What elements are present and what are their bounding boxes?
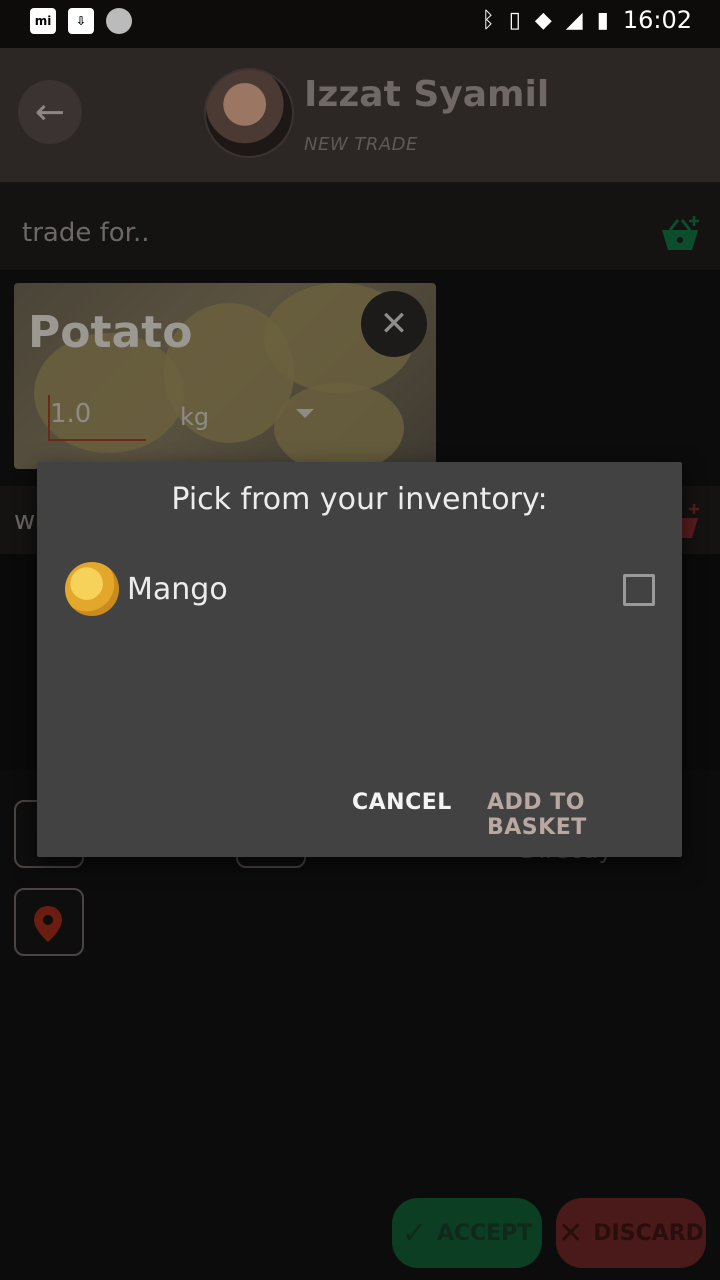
mango-image: [65, 562, 119, 616]
app-header: ← Izzat Syamil NEW TRADE: [0, 48, 720, 182]
status-left-icons: mi ⇩: [30, 8, 132, 34]
dialog-title: Pick from your inventory:: [171, 482, 548, 517]
vibrate-icon: ▯: [508, 7, 521, 33]
status-time: 16:02: [622, 6, 692, 34]
chevron-down-icon[interactable]: [296, 409, 314, 418]
page-subtitle: NEW TRADE: [304, 134, 418, 155]
accept-button[interactable]: ✓ ACCEPT: [392, 1198, 542, 1268]
add-to-basket-button[interactable]: ADD TO BASKET: [487, 790, 682, 840]
trade-item-card: Potato ✕ 1.0 kg: [14, 283, 436, 469]
trader-name: Izzat Syamil: [304, 74, 550, 115]
accept-label: ACCEPT: [436, 1220, 533, 1246]
trade-for-label: trade for..: [22, 218, 150, 248]
discard-button[interactable]: ✕ DISCARD: [556, 1198, 706, 1268]
close-icon[interactable]: ✕: [361, 291, 427, 357]
back-arrow-icon[interactable]: ←: [18, 80, 82, 144]
status-right-icons: ᛒ ▯ ◆ ◢ ▮ 16:02: [482, 6, 692, 34]
battery-icon: ▮: [596, 7, 609, 33]
list-item[interactable]: Mango: [65, 562, 655, 620]
add-basket-icon[interactable]: [658, 214, 702, 254]
location-pin-icon: [34, 906, 62, 942]
cancel-button[interactable]: CANCEL: [352, 790, 452, 815]
inventory-dialog: Pick from your inventory: Mango CANCEL A…: [37, 462, 682, 857]
item-checkbox[interactable]: [623, 574, 655, 606]
quantity-field[interactable]: 1.0: [50, 399, 91, 429]
bluetooth-icon: ᛒ: [481, 7, 495, 33]
item-title: Potato: [28, 307, 193, 358]
mi-icon: mi: [30, 8, 56, 34]
trade-for-row: trade for..: [0, 182, 720, 270]
close-icon: ✕: [558, 1215, 584, 1251]
status-bar: mi ⇩ ᛒ ▯ ◆ ◢ ▮ 16:02: [0, 0, 720, 48]
sync-icon: [106, 8, 132, 34]
avatar[interactable]: [204, 68, 294, 158]
signal-icon: ◢: [565, 7, 583, 33]
potato-image: [274, 383, 404, 469]
unit-select[interactable]: kg: [180, 403, 209, 431]
check-icon: ✓: [401, 1215, 427, 1251]
quantity-underline: [50, 439, 146, 441]
item-label: Mango: [127, 572, 228, 607]
discard-label: DISCARD: [593, 1220, 704, 1246]
want-label: w: [14, 506, 36, 536]
wifi-icon: ◆: [534, 7, 552, 33]
download-icon: ⇩: [68, 8, 94, 34]
